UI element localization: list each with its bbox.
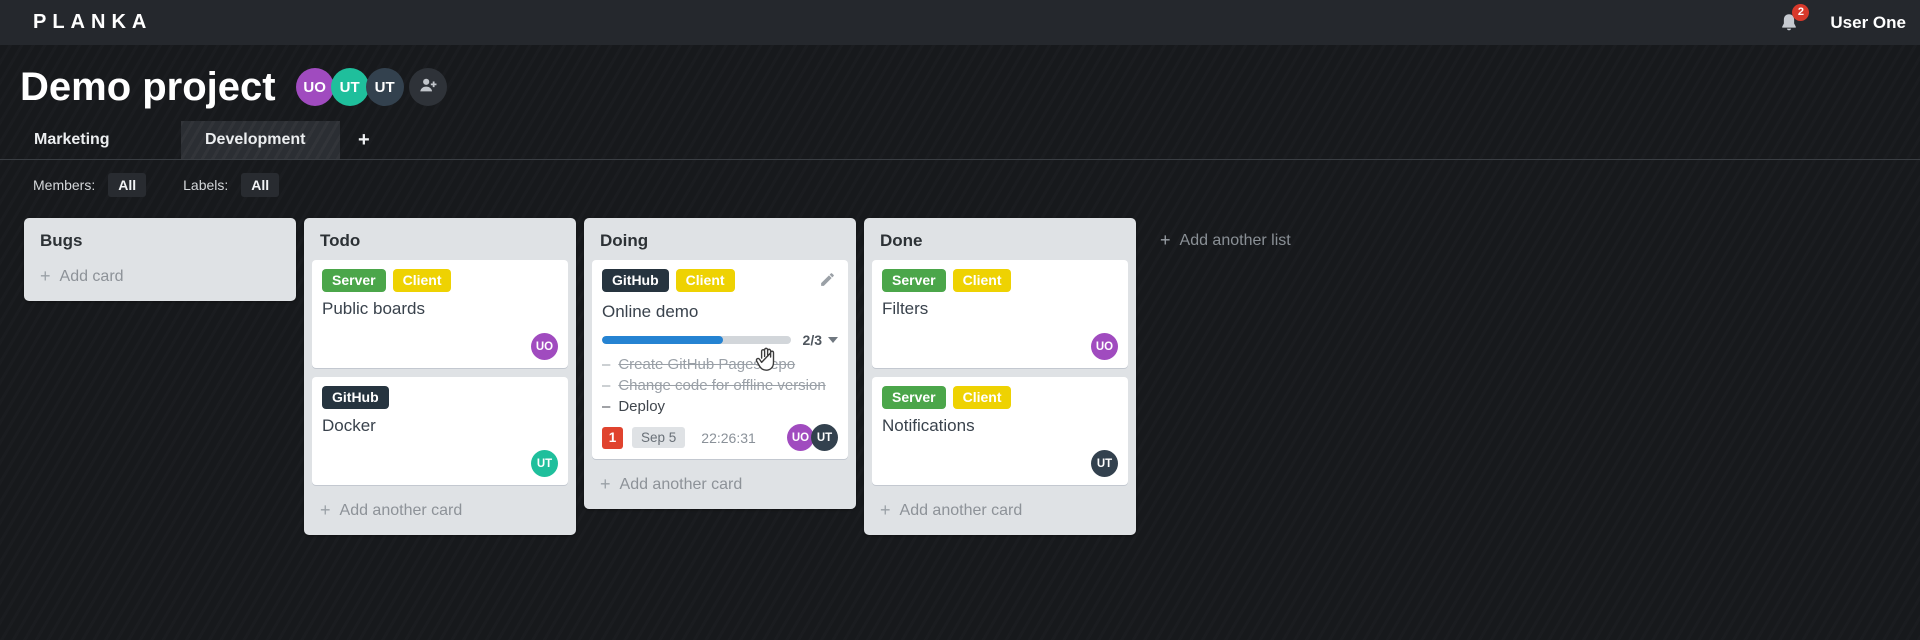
board-tabs: Marketing Development + xyxy=(0,121,1920,160)
plus-icon: + xyxy=(600,474,611,494)
notification-count-badge: 2 xyxy=(1792,3,1810,21)
card-title: Notifications xyxy=(882,416,975,435)
list-todo: Todo Server Client Public boards UO GitH… xyxy=(304,218,576,535)
list-title[interactable]: Todo xyxy=(304,218,576,260)
list-title[interactable]: Done xyxy=(864,218,1136,260)
add-card-button[interactable]: + Add another card xyxy=(304,494,576,531)
add-member-button[interactable] xyxy=(408,68,447,106)
project-header: Demo project UO UT UT xyxy=(0,45,1920,111)
task-item[interactable]: – Create GitHub Pages repo xyxy=(602,354,838,375)
avatar[interactable]: UO xyxy=(787,424,814,451)
labels-filter-label: Labels: xyxy=(183,177,229,193)
list-bugs: Bugs + Add card xyxy=(24,218,296,301)
card-title: Online demo xyxy=(602,302,699,321)
tab-development[interactable]: Development xyxy=(181,121,340,159)
avatar[interactable]: UO xyxy=(295,68,334,106)
avatar[interactable]: UT xyxy=(1091,450,1118,477)
add-card-button[interactable]: + Add another card xyxy=(864,494,1136,531)
add-card-label: Add another card xyxy=(619,475,743,493)
task-item[interactable]: – Deploy xyxy=(602,396,838,417)
add-card-label: Add another card xyxy=(899,501,1023,519)
add-card-button[interactable]: + Add card xyxy=(24,260,296,297)
card-notification-badge: 1 xyxy=(602,426,623,449)
card-title: Docker xyxy=(322,416,376,435)
task-item[interactable]: – Change code for offline version xyxy=(602,375,838,396)
project-members: UO UT UT xyxy=(295,68,447,106)
avatar[interactable]: UO xyxy=(531,333,558,360)
label-chip[interactable]: Server xyxy=(882,269,946,292)
avatar[interactable]: UO xyxy=(1091,333,1118,360)
label-chip[interactable]: GitHub xyxy=(322,386,389,409)
members-filter-label: Members: xyxy=(33,177,96,193)
add-list-button[interactable]: + Add another list xyxy=(1144,218,1307,263)
labels-filter-value[interactable]: All xyxy=(241,173,280,197)
plus-icon: + xyxy=(1160,230,1171,250)
label-chip[interactable]: Client xyxy=(675,269,735,292)
list-title[interactable]: Bugs xyxy=(24,218,296,260)
members-filter-value[interactable]: All xyxy=(108,173,147,197)
user-menu[interactable]: User One xyxy=(1830,13,1906,33)
avatar[interactable]: UT xyxy=(330,68,369,106)
card-title: Filters xyxy=(882,299,929,318)
board: Bugs + Add card Todo Server Client Publi… xyxy=(0,208,1920,535)
card-public-boards[interactable]: Server Client Public boards UO xyxy=(312,260,568,368)
tasks-progress-bar xyxy=(602,336,791,344)
plus-icon: + xyxy=(40,266,51,286)
add-list-label: Add another list xyxy=(1179,231,1291,249)
filter-bar: Members: All Labels: All xyxy=(0,160,1920,208)
tab-marketing[interactable]: Marketing xyxy=(18,121,181,159)
label-chip[interactable]: Client xyxy=(952,386,1012,409)
card-filters[interactable]: Server Client Filters UO xyxy=(872,260,1128,368)
card-docker[interactable]: GitHub Docker UT xyxy=(312,377,568,485)
avatar[interactable]: UT xyxy=(365,68,404,106)
plus-icon: + xyxy=(880,500,891,520)
add-card-button[interactable]: + Add another card xyxy=(584,468,856,505)
app-logo: PLANKA xyxy=(33,11,153,33)
tasks-progress-label: 2/3 xyxy=(802,332,822,348)
due-date-badge[interactable]: Sep 5 xyxy=(632,427,686,448)
avatar[interactable]: UT xyxy=(811,424,838,451)
card-online-demo[interactable]: GitHub Client Online demo 2/3 – Create G… xyxy=(592,260,848,459)
add-board-button[interactable]: + xyxy=(358,121,370,159)
card-title: Public boards xyxy=(322,299,426,318)
add-card-label: Add another card xyxy=(339,501,463,519)
label-chip[interactable]: GitHub xyxy=(602,269,669,292)
label-chip[interactable]: Server xyxy=(322,269,386,292)
list-done: Done Server Client Filters UO Server Cli… xyxy=(864,218,1136,535)
edit-card-button[interactable] xyxy=(817,269,838,295)
label-chip[interactable]: Server xyxy=(882,386,946,409)
avatar[interactable]: UT xyxy=(531,450,558,477)
label-chip[interactable]: Client xyxy=(952,269,1012,292)
timer-badge[interactable]: 22:26:31 xyxy=(701,430,756,446)
notifications-button[interactable]: 2 xyxy=(1778,3,1810,35)
project-title[interactable]: Demo project xyxy=(20,67,276,107)
top-bar: PLANKA 2 User One xyxy=(0,0,1920,45)
person-plus-icon xyxy=(418,76,438,99)
list-doing: Doing GitHub Client Online demo 2/3 – Cr… xyxy=(584,218,856,509)
chevron-down-icon[interactable] xyxy=(828,337,838,343)
card-notifications[interactable]: Server Client Notifications UT xyxy=(872,377,1128,485)
plus-icon: + xyxy=(320,500,331,520)
list-title[interactable]: Doing xyxy=(584,218,856,260)
add-card-label: Add card xyxy=(59,267,124,285)
label-chip[interactable]: Client xyxy=(392,269,452,292)
